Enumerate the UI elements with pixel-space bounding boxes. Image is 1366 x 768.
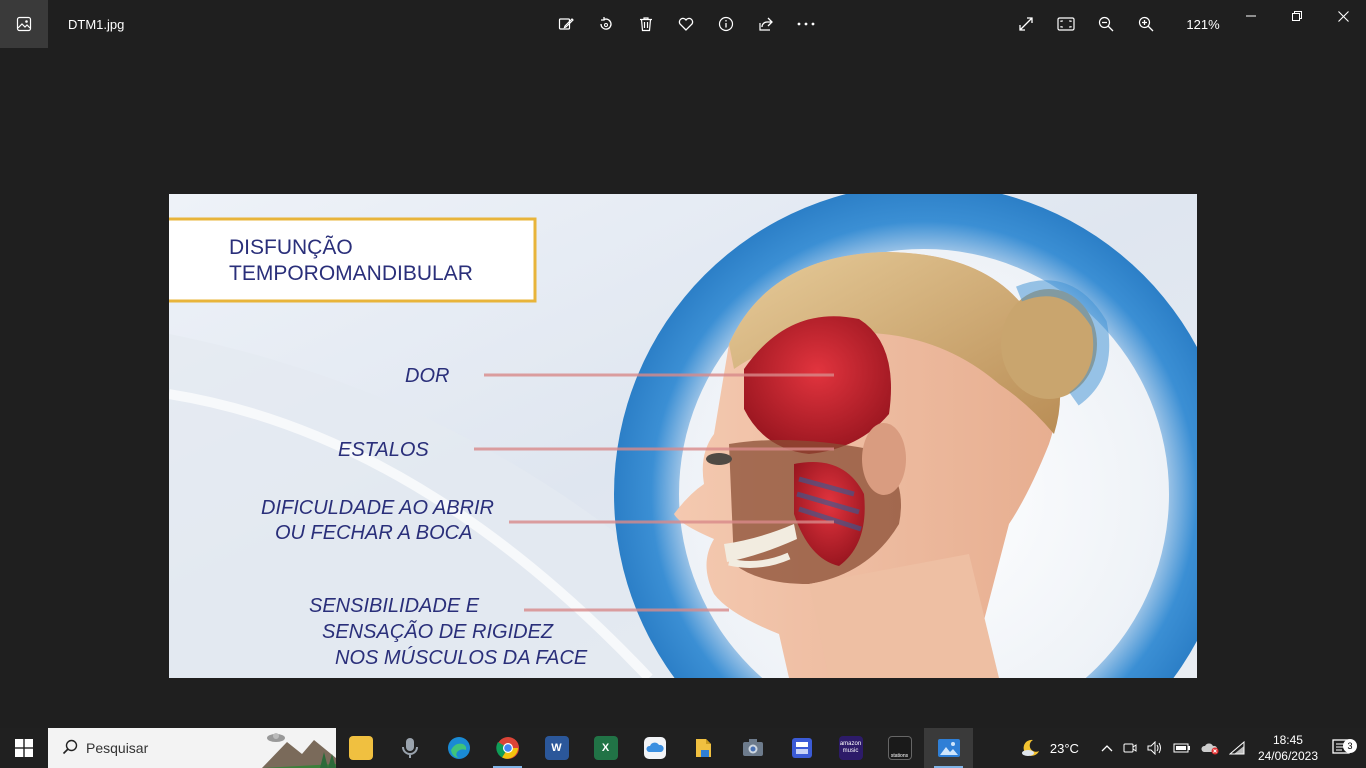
symptom-sensitivity-line1: SENSIBILIDADE E (309, 595, 480, 617)
symptom-difficulty-line1: DIFICULDADE AO ABRIR (261, 497, 494, 519)
notification-count: 3 (1343, 739, 1357, 753)
meet-now-icon[interactable] (1118, 741, 1142, 755)
start-button[interactable] (0, 728, 48, 768)
edge-icon (447, 737, 470, 759)
clock-date: 24/06/2023 (1257, 749, 1318, 763)
taskbar-word[interactable]: W (532, 728, 581, 768)
tray-chevron-icon[interactable] (1096, 744, 1118, 752)
camera-icon (742, 739, 763, 756)
rotate-icon[interactable] (586, 8, 626, 40)
wifi-icon[interactable] (1224, 741, 1250, 755)
volume-icon[interactable] (1142, 741, 1168, 755)
notification-center[interactable]: 3 (1326, 737, 1358, 759)
taskbar-icloud[interactable] (630, 728, 679, 768)
weather-temperature: 23°C (1049, 740, 1079, 756)
close-icon[interactable] (1320, 0, 1366, 32)
windows-icon (15, 739, 33, 757)
photos-app-icon[interactable] (0, 0, 48, 48)
taskbar-files[interactable] (679, 728, 728, 768)
minimize-icon[interactable] (1228, 0, 1274, 32)
symptom-pain: DOR (405, 365, 449, 387)
zoom-in-icon[interactable] (1126, 8, 1166, 40)
taskbar-excel[interactable]: X (581, 728, 630, 768)
taskbar: Pesquisar W X amazon music stations 23°C… (0, 728, 1366, 768)
fit-icon[interactable] (1046, 8, 1086, 40)
search-highlight-icon (262, 733, 336, 768)
file-name: DTM1.jpg (68, 16, 125, 32)
search-icon (62, 739, 78, 758)
image-title-line1: DISFUNÇÃO (229, 235, 353, 259)
scanner-icon (791, 738, 812, 758)
window-controls (1228, 0, 1366, 32)
taskbar-camera[interactable] (728, 728, 777, 768)
edit-icon[interactable] (546, 8, 586, 40)
more-icon[interactable] (786, 8, 826, 40)
taskbar-search[interactable]: Pesquisar (48, 728, 336, 768)
title-bar: DTM1.jpg 121% (0, 0, 1366, 48)
file-shortcut-icon (695, 739, 711, 757)
battery-icon[interactable] (1168, 742, 1196, 754)
system-clock[interactable]: 18:45 24/06/2023 (1250, 732, 1326, 764)
taskbar-file-explorer[interactable] (336, 728, 385, 768)
taskbar-voice-recorder[interactable] (385, 728, 434, 768)
displayed-image[interactable]: DISFUNÇÃO TEMPOROMANDIBULAR DOR ESTALOS … (169, 194, 1197, 678)
excel-icon: X (593, 736, 618, 760)
info-icon[interactable] (706, 8, 746, 40)
clock-time: 18:45 (1272, 733, 1303, 747)
taskbar-photos[interactable] (924, 728, 973, 768)
share-icon[interactable] (746, 8, 786, 40)
taskbar-scanner[interactable] (777, 728, 826, 768)
system-tray: 23°C 18:45 24/06/2023 3 (1015, 728, 1366, 768)
zoom-out-icon[interactable] (1086, 8, 1126, 40)
symptom-clicks: ESTALOS (338, 439, 429, 461)
weather-widget[interactable]: 23°C (1015, 737, 1084, 759)
amazon-music-icon: amazon music (838, 736, 863, 760)
icloud-icon (643, 737, 666, 759)
taskbar-chrome[interactable] (483, 728, 532, 768)
microphone-icon (401, 738, 418, 758)
taskbar-edge[interactable] (434, 728, 483, 768)
photos-icon (937, 739, 960, 757)
word-icon: W (544, 736, 569, 760)
taskbar-stations[interactable]: stations (875, 728, 924, 768)
symptom-difficulty-line2: OU FECHAR A BOCA (275, 522, 472, 544)
restore-icon[interactable] (1274, 0, 1320, 32)
symptom-sensitivity-line3: NOS MÚSCULOS DA FACE (335, 646, 588, 669)
zoom-level[interactable]: 121% (1176, 17, 1230, 32)
image-title-line2: TEMPOROMANDIBULAR (229, 262, 473, 285)
favorite-icon[interactable] (666, 8, 706, 40)
weather-moon-icon (1021, 739, 1039, 756)
delete-icon[interactable] (626, 8, 666, 40)
cloud-sync-error-icon[interactable] (1196, 741, 1224, 755)
taskbar-amazon-music[interactable]: amazon music (826, 728, 875, 768)
chrome-icon (495, 737, 519, 759)
folder-icon (348, 736, 373, 760)
image-viewer: DISFUNÇÃO TEMPOROMANDIBULAR DOR ESTALOS … (0, 48, 1366, 728)
symptom-sensitivity-line2: SENSAÇÃO DE RIGIDEZ (322, 619, 554, 643)
stations-icon: stations (887, 736, 912, 760)
view-tools: 121% (1006, 8, 1230, 40)
viewer-toolbar (546, 8, 826, 40)
expand-icon[interactable] (1006, 8, 1046, 40)
search-placeholder: Pesquisar (86, 740, 149, 756)
